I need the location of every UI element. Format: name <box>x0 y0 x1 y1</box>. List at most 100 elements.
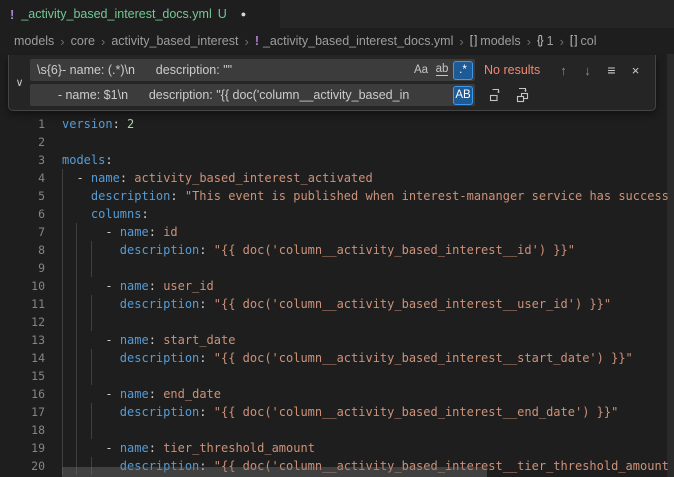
breadcrumb-separator-icon: › <box>560 34 564 49</box>
breadcrumb-separator-icon: › <box>101 34 105 49</box>
breadcrumb-item[interactable]: core <box>71 34 95 48</box>
code-line[interactable]: 17 description: "{{ doc('column__activit… <box>0 403 674 421</box>
code-token <box>62 441 105 455</box>
line-content[interactable]: description: "{{ doc('column__activity_b… <box>62 349 674 367</box>
line-content[interactable]: columns: <box>62 205 674 223</box>
code-token: - <box>76 171 83 185</box>
breadcrumb-item[interactable]: activity_based_interest <box>111 34 238 48</box>
line-number[interactable]: 4 <box>0 169 62 187</box>
line-number[interactable]: 15 <box>0 367 62 385</box>
line-number[interactable]: 8 <box>0 241 62 259</box>
line-content[interactable] <box>62 421 674 439</box>
tab-active-file[interactable]: ! _activity_based_interest_docs.yml U ● <box>0 0 280 28</box>
line-number[interactable]: 5 <box>0 187 62 205</box>
breadcrumb-item[interactable]: models <box>14 34 54 48</box>
line-content[interactable]: - name: activity_based_interest_activate… <box>62 169 674 187</box>
horizontal-scrollbar[interactable] <box>62 467 487 477</box>
line-content[interactable]: - name: start_date <box>62 331 674 349</box>
vertical-scrollbar[interactable] <box>667 54 674 477</box>
line-number[interactable]: 20 <box>0 457 62 475</box>
find-input[interactable] <box>30 59 410 81</box>
line-number[interactable]: 6 <box>0 205 62 223</box>
line-number[interactable]: 17 <box>0 403 62 421</box>
line-content[interactable]: - name: user_id <box>62 277 674 295</box>
next-match-button[interactable]: ↓ <box>578 61 597 80</box>
line-content[interactable]: - name: id <box>62 223 674 241</box>
code-line[interactable]: 8 description: "{{ doc('column__activity… <box>0 241 674 259</box>
indent-guide <box>76 295 77 313</box>
code-line[interactable]: 10 - name: user_id <box>0 277 674 295</box>
line-content[interactable]: description: "{{ doc('column__activity_b… <box>62 241 674 259</box>
line-content[interactable] <box>62 259 674 277</box>
breadcrumb-item[interactable]: [ ]models <box>470 34 521 48</box>
line-number[interactable]: 9 <box>0 259 62 277</box>
code-token: : <box>149 225 156 239</box>
indent-guide <box>91 403 92 421</box>
breadcrumb-item[interactable]: [ ]col <box>570 34 597 48</box>
code-token: : <box>149 333 156 347</box>
code-line[interactable]: 15 <box>0 367 674 385</box>
line-number[interactable]: 16 <box>0 385 62 403</box>
code-token <box>62 171 76 185</box>
line-number[interactable]: 2 <box>0 133 62 151</box>
line-content[interactable]: - name: tier_threshold_amount <box>62 439 674 457</box>
replace-button[interactable] <box>485 85 506 105</box>
line-number[interactable]: 3 <box>0 151 62 169</box>
code-line[interactable]: 5 description: "This event is published … <box>0 187 674 205</box>
line-content[interactable] <box>62 313 674 331</box>
previous-match-button[interactable]: ↑ <box>554 61 573 80</box>
code-line[interactable]: 19 - name: tier_threshold_amount <box>0 439 674 457</box>
line-content[interactable] <box>62 367 674 385</box>
toggle-replace-button[interactable]: ∨ <box>9 55 30 110</box>
code-line[interactable]: 7 - name: id <box>0 223 674 241</box>
indent-guide <box>76 277 77 295</box>
code-line[interactable]: 9 <box>0 259 674 277</box>
whole-word-button[interactable]: ab <box>432 61 452 80</box>
line-number[interactable]: 12 <box>0 313 62 331</box>
code-line[interactable]: 2 <box>0 133 674 151</box>
modified-dot-icon[interactable]: ● <box>241 9 246 19</box>
code-line[interactable]: 14 description: "{{ doc('column__activit… <box>0 349 674 367</box>
line-content[interactable]: version: 2 <box>62 115 674 133</box>
code-line[interactable]: 13 - name: start_date <box>0 331 674 349</box>
line-content[interactable] <box>62 133 674 151</box>
indent-guide <box>76 349 77 367</box>
preserve-case-button[interactable]: AB <box>453 86 473 105</box>
code-token <box>207 243 214 257</box>
breadcrumb-item[interactable]: !_activity_based_interest_docs.yml <box>255 34 454 48</box>
line-content[interactable]: models: <box>62 151 674 169</box>
line-content[interactable]: description: "This event is published wh… <box>62 187 674 205</box>
line-number[interactable]: 14 <box>0 349 62 367</box>
line-number[interactable]: 19 <box>0 439 62 457</box>
breadcrumb-item[interactable]: {}1 <box>537 34 554 48</box>
code-line[interactable]: 1version: 2 <box>0 115 674 133</box>
line-number[interactable]: 18 <box>0 421 62 439</box>
line-number[interactable]: 11 <box>0 295 62 313</box>
line-number[interactable]: 13 <box>0 331 62 349</box>
replace-all-button[interactable] <box>512 85 533 105</box>
line-number[interactable]: 10 <box>0 277 62 295</box>
code-token: - <box>105 441 112 455</box>
replace-input[interactable] <box>30 84 452 106</box>
indent-guide <box>62 259 63 277</box>
line-content[interactable]: description: "{{ doc('column__activity_b… <box>62 403 674 421</box>
line-number[interactable]: 7 <box>0 223 62 241</box>
line-content[interactable]: description: "{{ doc('column__activity_b… <box>62 295 674 313</box>
code-line[interactable]: 18 <box>0 421 674 439</box>
regex-button[interactable]: .* <box>453 61 473 80</box>
find-in-selection-button[interactable]: ≡ <box>602 61 621 80</box>
line-number[interactable]: 1 <box>0 115 62 133</box>
line-content[interactable]: - name: end_date <box>62 385 674 403</box>
indent-guide <box>62 295 63 313</box>
code-line[interactable]: 3models: <box>0 151 674 169</box>
match-case-button[interactable]: Aa <box>411 61 431 80</box>
code-line[interactable]: 12 <box>0 313 674 331</box>
chevron-down-icon: ∨ <box>15 76 23 89</box>
close-button[interactable]: × <box>626 61 645 80</box>
code-line[interactable]: 11 description: "{{ doc('column__activit… <box>0 295 674 313</box>
code-line[interactable]: 6 columns: <box>0 205 674 223</box>
code-token: description <box>120 243 199 257</box>
code-token: tier_threshold_amount <box>163 441 315 455</box>
code-line[interactable]: 4 - name: activity_based_interest_activa… <box>0 169 674 187</box>
code-line[interactable]: 16 - name: end_date <box>0 385 674 403</box>
